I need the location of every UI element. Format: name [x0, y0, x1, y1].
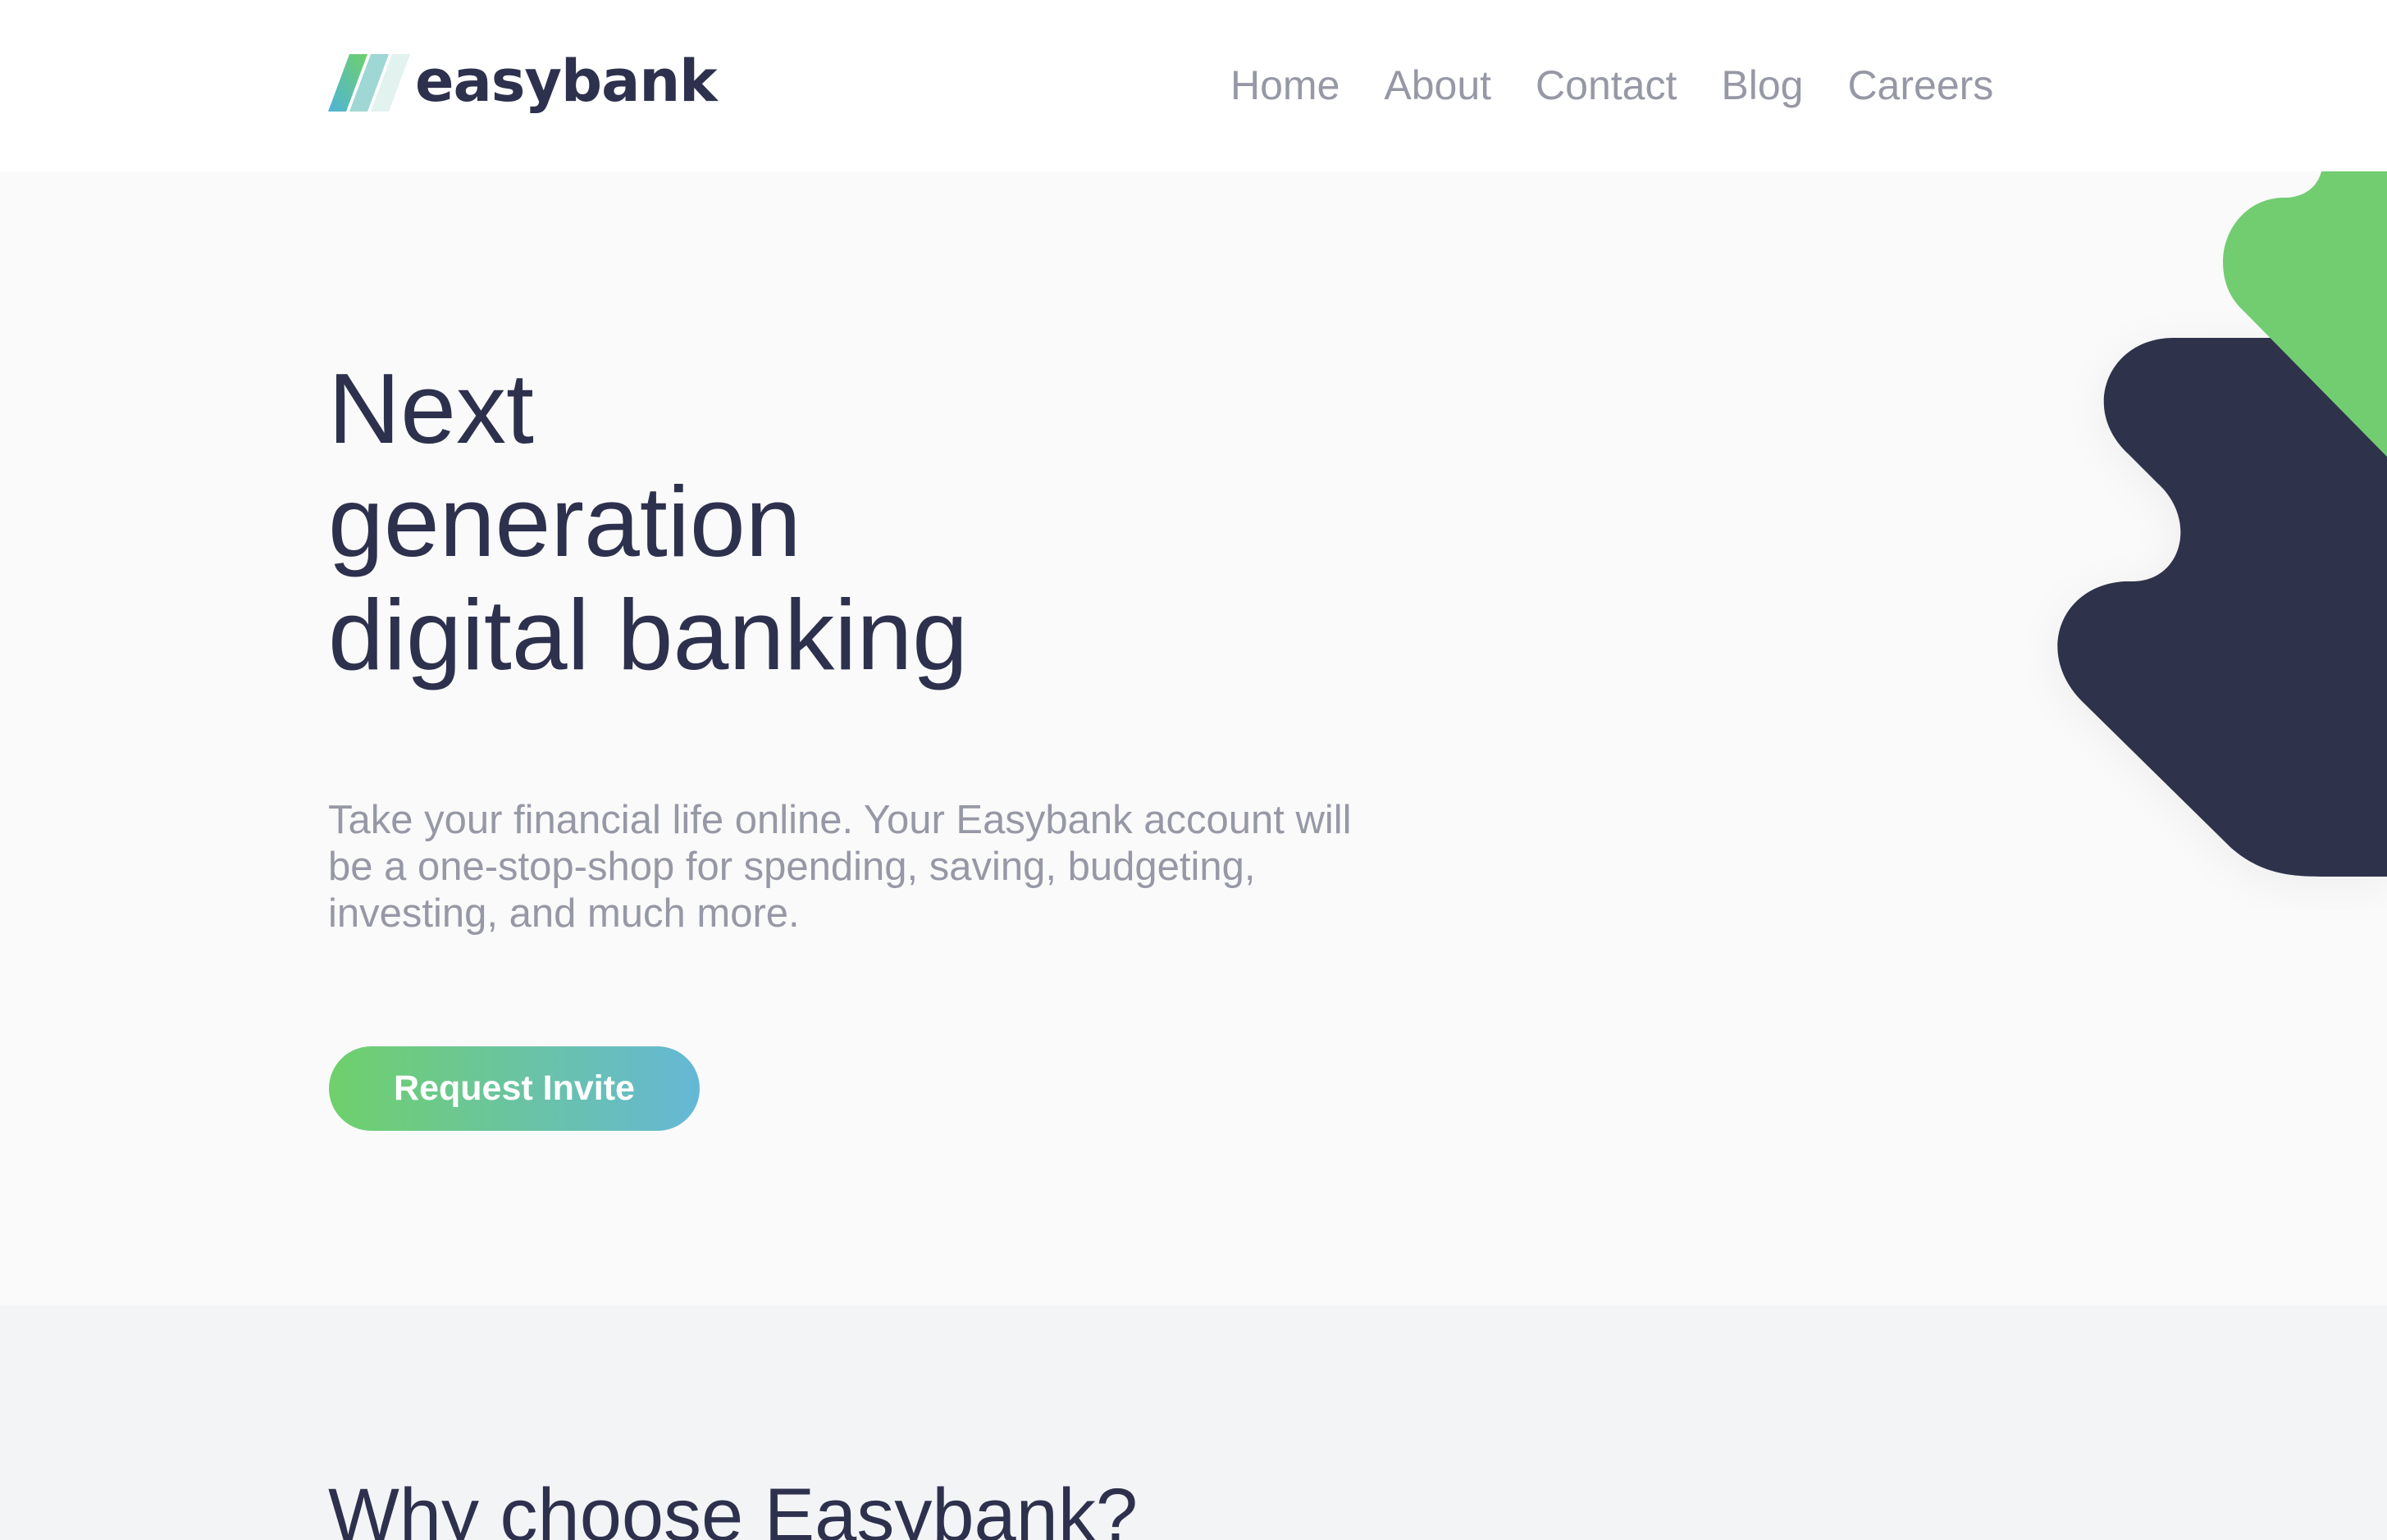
main-nav: Home About Contact Blog Careers: [1230, 59, 1993, 112]
hero-title-line: Next: [328, 353, 534, 464]
hero-title-line: digital banking: [328, 579, 969, 690]
nav-item-home[interactable]: Home: [1230, 59, 1340, 112]
features-section: Why choose Easybank?: [0, 1305, 2387, 1540]
nav-item-about[interactable]: About: [1384, 59, 1491, 112]
hero-decorative-shape: [2057, 171, 2387, 877]
hero-section: Next generation digital banking Take you…: [0, 171, 2387, 1305]
features-heading: Why choose Easybank?: [328, 1474, 1138, 1540]
nav-item-contact[interactable]: Contact: [1536, 59, 1677, 112]
nav-item-careers[interactable]: Careers: [1847, 59, 1993, 112]
request-invite-button[interactable]: Request Invite: [329, 1046, 700, 1131]
hero-title: Next generation digital banking: [328, 352, 1066, 691]
logo-stripes-icon: [328, 54, 410, 112]
site-header: easybank Home About Contact Blog Careers: [0, 0, 2387, 171]
hero-description: Take your financial life online. Your Ea…: [328, 798, 1352, 936]
logo[interactable]: easybank: [328, 48, 718, 115]
logo-wordmark: easybank: [415, 48, 718, 115]
nav-item-blog[interactable]: Blog: [1721, 59, 1803, 112]
hero-title-line: generation: [328, 466, 801, 577]
